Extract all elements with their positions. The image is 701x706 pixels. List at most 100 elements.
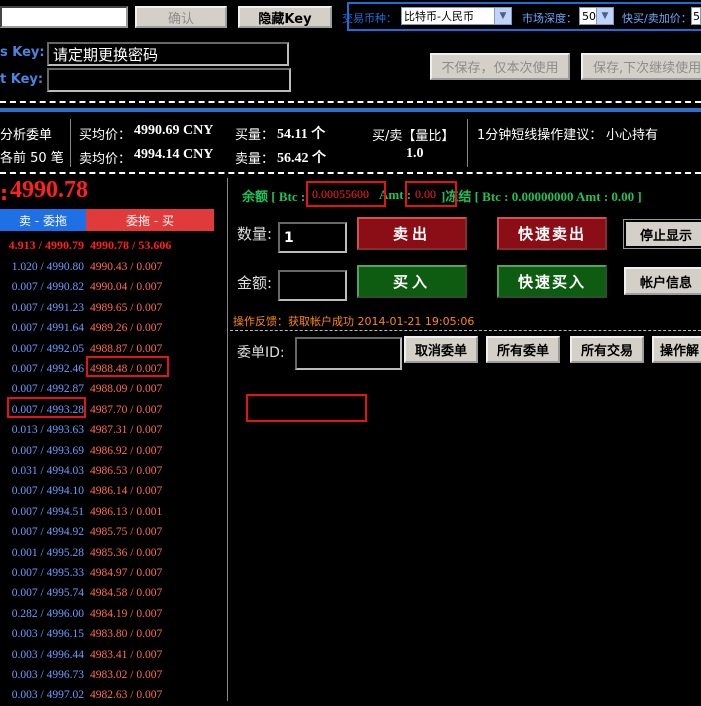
qty-input[interactable]: 1 (278, 222, 347, 253)
ask-cell: 4987.31 / 0.007 (90, 424, 163, 437)
ask-cell: 4982.63 / 0.007 (90, 689, 163, 702)
table-row[interactable]: 0.001 / 4995.28 4985.36 / 0.007 (0, 544, 226, 564)
quick-buy-button[interactable]: 快速买入 (497, 265, 607, 298)
coin-select-value: 比特币-人民币 (404, 10, 474, 23)
ask-cell: 4984.58 / 0.007 (90, 587, 163, 600)
depth-caption: 各前 50 笔 (0, 151, 64, 166)
tab-buy[interactable]: 委拖 - 买 (86, 209, 214, 231)
table-row[interactable]: 0.007 / 4991.23 4989.65 / 0.007 (0, 299, 226, 319)
bid-cell: 0.282 / 4996.00 (11, 607, 84, 620)
quick-markup-label: 快买/卖加价： (622, 12, 692, 25)
table-row[interactable]: 0.007 / 4994.92 4985.75 / 0.007 (0, 523, 226, 543)
stop-display-button[interactable]: 停止显示 (623, 219, 701, 249)
coin-select[interactable]: 比特币-人民币 ▼ (401, 7, 512, 25)
advice-label: 1分钟短线操作建议： (477, 128, 603, 143)
sell-avg-label: 卖均价： (79, 152, 132, 167)
depth-label: 市场深度： (522, 12, 577, 25)
operation-button[interactable]: 操作解 (652, 336, 701, 363)
table-row[interactable]: 0.007 / 4990.82 4990.04 / 0.007 (0, 278, 226, 298)
bid-cell: 0.007 / 4990.82 (11, 281, 84, 294)
ask-cell: 4983.80 / 0.007 (90, 628, 163, 641)
cancel-order-button[interactable]: 取消委单 (404, 336, 478, 363)
chevron-down-icon[interactable]: ▼ (494, 8, 511, 24)
sell-avg-value: 4994.14 CNY (134, 147, 214, 162)
bid-cell: 1.020 / 4990.80 (11, 261, 84, 273)
save-button[interactable]: 保存,下次继续使用 (581, 53, 701, 80)
table-row[interactable]: 0.031 / 4994.03 4986.53 / 0.007 (0, 462, 226, 482)
bid-cell: 0.007 / 4991.23 (11, 301, 84, 314)
ask-cell: 4987.70 / 0.007 (90, 403, 163, 416)
access-key-label: t Key: (0, 72, 44, 87)
table-row[interactable]: 0.003 / 4997.02 4982.63 / 0.007 (0, 686, 226, 706)
all-orders-button[interactable]: 所有委单 (486, 336, 560, 363)
bid-cell: 0.003 / 4996.15 (11, 628, 84, 641)
ask-cell: 4985.75 / 0.007 (90, 526, 163, 539)
sell-button[interactable]: 卖出 (357, 217, 467, 250)
bid-cell: 0.003 / 4996.73 (11, 669, 84, 681)
top-left-input[interactable] (0, 6, 128, 28)
amount-input[interactable] (278, 270, 347, 301)
chevron-down-icon[interactable]: ▼ (596, 8, 613, 24)
operation-feedback: 操作反馈：获取帐户成功 2014-01-21 19:05:06 (233, 315, 475, 328)
dashed-divider (0, 101, 701, 103)
table-row[interactable]: 0.007 / 4995.74 4984.58 / 0.007 (0, 584, 226, 604)
advice-value: 小心持有 (606, 128, 659, 143)
bid-cell: 0.003 / 4997.02 (11, 689, 84, 702)
buy-button[interactable]: 买入 (357, 265, 467, 298)
bid-cell: 0.013 / 4993.63 (11, 424, 84, 437)
ask-cell: 4986.13 / 0.001 (90, 505, 163, 518)
table-row[interactable]: 0.003 / 4996.15 4983.80 / 0.007 (0, 625, 226, 645)
table-row[interactable]: 0.003 / 4996.44 4983.41 / 0.007 (0, 646, 226, 666)
confirm-button[interactable]: 确认 (135, 6, 227, 28)
order-id-label: 委单ID: (237, 345, 285, 361)
account-info-button[interactable]: 帐户信息 (624, 267, 701, 295)
ratio-label: 买/卖【量比】 (372, 129, 455, 144)
secret-key-input[interactable]: 请定期更换密码 (47, 42, 289, 66)
qty-value: 1 (284, 229, 294, 246)
table-row[interactable]: 1.020 / 4990.80 4990.43 / 0.007 (0, 258, 226, 278)
all-trades-button[interactable]: 所有交易 (570, 336, 644, 363)
ask-cell: 4984.97 / 0.007 (90, 567, 163, 579)
highlight-empty-box (246, 394, 367, 422)
table-row[interactable]: 0.007 / 4993.69 4986.92 / 0.007 (0, 442, 226, 462)
table-row[interactable]: 0.007 / 4991.64 4989.26 / 0.007 (0, 319, 226, 339)
ask-cell: 4984.19 / 0.007 (90, 607, 163, 620)
quick-sell-button[interactable]: 快速卖出 (497, 217, 607, 250)
secret-key-label: s Key: (0, 45, 45, 60)
bid-cell: 0.007 / 4995.74 (11, 587, 84, 600)
table-row[interactable]: 0.007 / 4994.10 4986.14 / 0.007 (0, 482, 226, 502)
tab-sell[interactable]: 卖 - 委拖 (0, 209, 86, 231)
bid-cell: 0.007 / 4992.87 (11, 383, 84, 396)
frozen-label: ]冻结 [ Btc : 0.00000000 Amt : 0.00 ] (441, 189, 642, 204)
ask-cell: 4989.26 / 0.007 (90, 322, 163, 335)
bid-cell: 0.007 / 4991.64 (11, 322, 84, 335)
table-row[interactable]: 0.003 / 4996.73 4983.02 / 0.007 (0, 666, 226, 686)
quick-markup-select[interactable]: 5 (691, 7, 701, 25)
highlight-amt-box (405, 181, 457, 207)
table-row[interactable]: 0.013 / 4993.63 4987.31 / 0.007 (0, 421, 226, 441)
table-row[interactable]: 0.282 / 4996.00 4984.19 / 0.007 (0, 605, 226, 625)
highlight-ask-box (86, 356, 169, 377)
table-row[interactable]: 0.007 / 4994.51 4986.13 / 0.001 (0, 503, 226, 523)
bid-cell: 0.007 / 4993.69 (11, 444, 84, 457)
coin-label: 交易币种： (342, 12, 397, 25)
order-id-input[interactable] (295, 337, 402, 370)
ask-cell: 4988.87 / 0.007 (90, 342, 163, 355)
ask-cell: 4989.65 / 0.007 (90, 301, 163, 314)
hide-key-button[interactable]: 隐藏Key (238, 6, 332, 28)
ask-cell: 4986.53 / 0.007 (90, 465, 163, 477)
blue-divider (0, 108, 701, 112)
table-row[interactable]: 0.007 / 4995.33 4984.97 / 0.007 (0, 564, 226, 584)
bid-cell: 0.007 / 4994.10 (11, 485, 84, 498)
buy-vol-label: 买量： (235, 128, 275, 143)
no-save-button[interactable]: 不保存，仅本次使用 (430, 53, 570, 80)
buy-avg-value: 4990.69 CNY (134, 123, 214, 138)
depth-select[interactable]: 50 ▼ (579, 7, 614, 25)
secret-key-value: 请定期更换密码 (53, 45, 159, 64)
ratio-value: 1.0 (406, 146, 424, 161)
amount-label: 金额: (237, 274, 273, 292)
access-key-input[interactable] (47, 68, 291, 92)
bid-cell: 0.007 / 4994.51 (11, 505, 84, 518)
ask-cell: 4985.36 / 0.007 (90, 546, 163, 559)
quick-markup-value: 5 (693, 9, 700, 23)
